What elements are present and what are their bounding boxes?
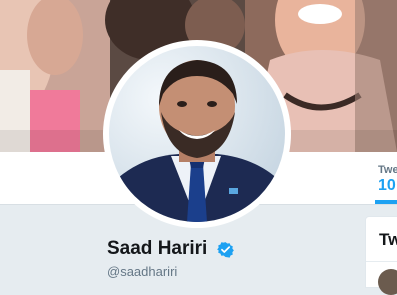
tab-tweets[interactable]: Twe 10: [362, 152, 397, 204]
tab-tweets-label: Twe: [378, 164, 397, 176]
side-module-avatar[interactable]: [378, 269, 397, 295]
tab-tweets-count: 10: [378, 177, 396, 194]
side-module-title: Tw: [379, 230, 397, 249]
avatar-photo: [109, 46, 285, 222]
verified-badge-icon: [216, 241, 234, 258]
side-module-divider: [366, 261, 397, 262]
tab-active-indicator: [375, 200, 397, 204]
profile-name-row: Saad Hariri: [107, 238, 234, 262]
side-module-card: Tw: [365, 216, 397, 295]
profile-name[interactable]: Saad Hariri: [107, 238, 207, 260]
profile-screen-name[interactable]: @saadhariri: [107, 264, 177, 279]
profile-avatar[interactable]: [103, 40, 291, 228]
